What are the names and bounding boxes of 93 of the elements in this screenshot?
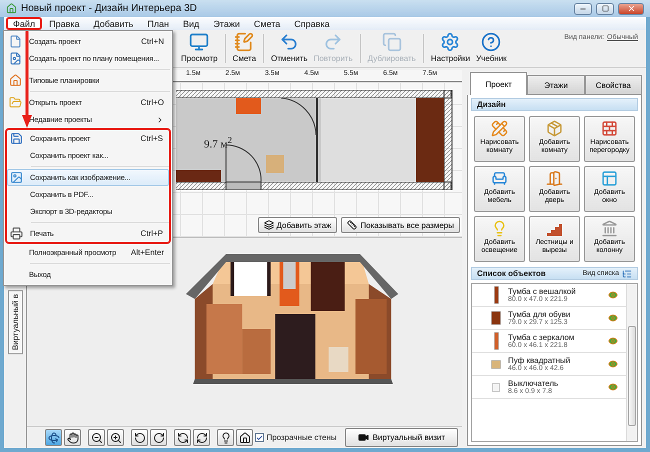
object-name: Тумба для обуви [508, 310, 572, 319]
view-tool-button[interactable] [45, 429, 62, 446]
plan-button[interactable]: Показывать все размеры [341, 217, 460, 233]
view-tool-button[interactable] [131, 429, 148, 446]
maximize-button[interactable] [596, 2, 614, 14]
scrollbar[interactable] [626, 284, 637, 441]
door-icon [546, 170, 563, 187]
folder-icon [9, 96, 22, 109]
settings-icon [440, 32, 460, 52]
section-title: Дизайн [477, 100, 507, 109]
printer-icon [10, 227, 23, 240]
view-tool-button[interactable] [236, 429, 254, 446]
checkbox-label: Прозрачные стены [266, 433, 337, 442]
view-tool-button[interactable] [107, 429, 124, 446]
furniture-icon [491, 360, 501, 368]
object-name: Тумба с зеркалом [508, 333, 576, 342]
view-tool-button[interactable] [193, 429, 210, 446]
app-icon [6, 3, 17, 14]
section-title: Список объектов [477, 269, 547, 278]
menu-item[interactable]: Справка [287, 17, 337, 30]
orbit-up-icon [176, 432, 189, 444]
list-view-icon[interactable] [622, 268, 632, 278]
eye-icon[interactable] [608, 313, 618, 323]
panel-tab[interactable]: Проект [470, 72, 528, 95]
help-icon [481, 32, 502, 52]
toolbar-button[interactable]: Смета [230, 30, 260, 67]
plan-button[interactable]: Добавить этаж [258, 217, 338, 233]
notepad-icon [234, 32, 254, 52]
hand-icon [66, 432, 79, 444]
area-label: 9.7 м$^{2}$ [204, 135, 232, 151]
menu-item[interactable]: Добавить [86, 17, 140, 30]
menu-item[interactable]: Файл [6, 17, 42, 30]
view-tool-button[interactable] [88, 429, 106, 446]
box-icon [546, 120, 563, 137]
undo-icon [279, 32, 300, 52]
object-name: Выключатель [508, 379, 560, 388]
view-tool-button[interactable] [64, 429, 82, 446]
maximize-icon [602, 5, 608, 12]
monitor-icon [189, 32, 210, 52]
armchair-icon [491, 170, 508, 187]
menu-item[interactable]: Вид [176, 17, 206, 30]
brick-wall-icon [601, 120, 618, 137]
image-icon [10, 171, 23, 184]
object-name: Пуф квадратный [508, 356, 572, 365]
minimize-button[interactable] [574, 2, 592, 14]
eye-icon[interactable] [608, 336, 618, 346]
toolbar-button[interactable]: Учебник [473, 30, 510, 67]
redo-icon [323, 32, 344, 52]
toolbar-button[interactable]: Отменить [268, 30, 311, 67]
furniture-icon [494, 286, 498, 304]
column-icon [601, 220, 618, 237]
menu-item[interactable]: Смета [246, 17, 288, 30]
close-icon [626, 4, 636, 13]
menu-item[interactable]: Этажи [206, 17, 247, 30]
zoom-out-icon [90, 432, 103, 444]
toolbar-button[interactable]: Просмотр [178, 30, 221, 67]
eye-icon[interactable] [608, 359, 618, 369]
window-title: Новый проект - Дизайн Интерьера 3D [21, 3, 198, 14]
furniture-icon [494, 332, 498, 350]
panel-tab[interactable]: Этажи [527, 75, 585, 95]
video-camera-icon [358, 432, 369, 443]
panel-tab[interactable]: Свойства [584, 75, 642, 95]
close-button[interactable] [618, 2, 644, 14]
layers-icon [264, 220, 274, 230]
file-icon [9, 35, 22, 48]
menu-item[interactable]: План [140, 17, 176, 30]
ruler-icon [347, 220, 358, 230]
house-icon [9, 74, 22, 87]
eye-icon[interactable] [608, 382, 618, 392]
toolbar-button[interactable]: Настройки [428, 30, 474, 67]
file-image-icon [9, 52, 22, 65]
lightbulb-icon [220, 432, 232, 444]
view-tool-button[interactable] [217, 429, 234, 446]
side-tab[interactable]: Виртуальный в [8, 290, 23, 354]
checkbox[interactable] [255, 433, 264, 442]
orbit-down-icon [196, 432, 208, 444]
home-icon [238, 432, 251, 444]
furniture-icon [491, 311, 501, 325]
rotate-icon [48, 432, 60, 444]
zoom-in-icon [110, 432, 122, 444]
rotate-right-icon [152, 432, 165, 444]
virtual-visit-button[interactable]: Виртуальный визит [344, 428, 458, 447]
view-tool-button[interactable] [174, 429, 192, 446]
view-tool-button[interactable] [150, 429, 168, 446]
object-name: Тумба с вешалкой [508, 287, 577, 296]
window-icon [601, 170, 618, 187]
furniture-icon [492, 382, 500, 392]
menu-item[interactable]: Правка [42, 17, 87, 30]
pencil-cup-icon [491, 120, 508, 137]
save-icon [10, 132, 23, 145]
copy-icon [382, 32, 402, 52]
eye-icon[interactable] [608, 290, 618, 300]
rotate-left-icon [134, 432, 146, 444]
